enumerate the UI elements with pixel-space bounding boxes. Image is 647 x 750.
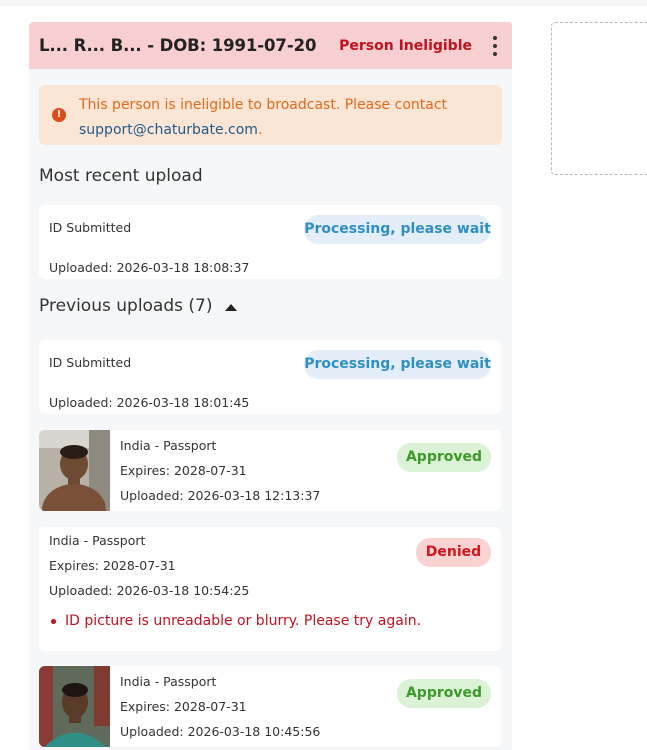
previous-upload-card: ID Submitted Processing, please wait Upl… [39,340,501,414]
bullet-icon [51,618,56,624]
upload-timestamp: Uploaded: 2026-03-18 10:54:25 [49,583,250,598]
recent-upload-card: ID Submitted Processing, please wait Upl… [39,205,501,279]
previous-uploads-toggle[interactable]: Previous uploads (7) [29,296,237,316]
support-email-link[interactable]: support@chaturbate.com [79,122,258,138]
denial-reason: ID picture is unreadable or blurry. Plea… [51,613,421,629]
upload-timestamp: Uploaded: 2026-03-18 18:01:45 [49,395,250,410]
alert-message: This person is ineligible to broadcast. … [79,97,448,113]
expiry-date: Expires: 2028-07-31 [120,699,247,714]
person-panel: L... R... B... - DOB: 1991-07-20 Person … [29,22,512,750]
processing-badge: Processing, please wait [304,350,491,379]
denied-badge: Denied [416,538,491,567]
upload-label: ID Submitted [49,355,132,370]
caret-up-icon[interactable] [224,303,237,311]
denial-reason-text: ID picture is unreadable or blurry. Plea… [65,613,422,629]
approved-badge: Approved [397,443,491,472]
processing-badge: Processing, please wait [304,215,491,244]
id-photo-thumbnail[interactable] [39,666,110,747]
expiry-date: Expires: 2028-07-31 [120,463,247,478]
ineligible-alert: ! This person is ineligible to broadcast… [39,85,502,145]
person-title: L... R... B... - DOB: 1991-07-20 [39,36,317,55]
person-header: L... R... B... - DOB: 1991-07-20 Person … [29,22,512,69]
more-options-icon[interactable] [488,35,502,56]
top-strip [0,0,647,6]
previous-upload-card: India - Passport Expires: 2028-07-31 Upl… [39,430,501,511]
document-type: India - Passport [120,438,217,453]
document-type: India - Passport [49,533,146,548]
upload-timestamp: Uploaded: 2026-03-18 10:45:56 [120,724,321,739]
upload-timestamp: Uploaded: 2026-03-18 18:08:37 [49,260,250,275]
approved-badge: Approved [397,679,491,708]
previous-upload-card: India - Passport Expires: 2028-07-31 Upl… [39,666,501,747]
exclamation-icon: ! [52,108,66,122]
expiry-date: Expires: 2028-07-31 [49,558,176,573]
upload-dropzone[interactable] [551,22,647,175]
upload-timestamp: Uploaded: 2026-03-18 12:13:37 [120,488,321,503]
previous-uploads-heading: Previous uploads (7) [39,296,213,316]
document-type: India - Passport [120,674,217,689]
alert-period: . [257,122,263,138]
upload-label: ID Submitted [49,220,132,235]
id-photo-thumbnail[interactable] [39,430,110,511]
previous-upload-card: India - Passport Expires: 2028-07-31 Upl… [39,527,501,651]
ineligible-status: Person Ineligible [339,37,472,54]
most-recent-upload-heading: Most recent upload [39,166,203,186]
